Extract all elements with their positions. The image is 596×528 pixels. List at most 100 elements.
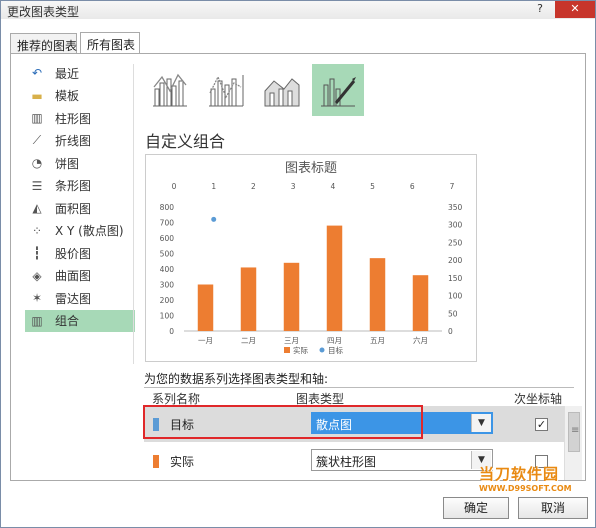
nav-item-label: 股价图 <box>55 246 92 261</box>
y2-tick-label: 200 <box>448 256 463 265</box>
subtype-stacked-area-column[interactable] <box>256 64 308 116</box>
bar <box>197 284 214 331</box>
line-chart-icon: ⟋ <box>32 133 42 148</box>
x-tick-label: 六月 <box>413 335 428 345</box>
x2-tick-label: 2 <box>251 182 256 191</box>
legend-label: 目标 <box>328 345 343 355</box>
pie-chart-icon: ◔ <box>31 156 43 171</box>
combo-heading: 自定义组合 <box>145 132 226 151</box>
nav-item-area-chart[interactable]: ◭ 面积图 <box>25 197 135 220</box>
x2-tick-label: 6 <box>410 182 415 191</box>
nav-item-label: 雷达图 <box>55 291 92 306</box>
x2-tick-label: 5 <box>370 182 375 191</box>
radar-chart-icon: ✶ <box>31 291 43 306</box>
stock-chart-icon: ┇ <box>33 246 41 261</box>
header-secondary-axis: 次坐标轴 <box>514 392 563 406</box>
tab-recommended-charts[interactable]: 推荐的图表 <box>10 33 77 54</box>
y-tick-label: 600 <box>160 234 175 243</box>
series-prompt: 为您的数据系列选择图表类型和轴: <box>144 372 329 386</box>
x2-tick-label: 4 <box>330 182 335 191</box>
nav-item-line-chart[interactable]: ⟋ 折线图 <box>25 130 135 153</box>
close-button[interactable]: ✕ <box>555 1 595 18</box>
combo-chart-icon: ▥ <box>31 313 43 328</box>
nav-item-column-chart[interactable]: ▥ 柱形图 <box>25 107 135 130</box>
x-tick-label: 四月 <box>327 336 342 345</box>
y-tick-label: 800 <box>160 203 175 212</box>
y-tick-label: 400 <box>160 265 175 274</box>
nav-item-scatter-chart[interactable]: ⁘ X Y (散点图) <box>25 220 135 243</box>
help-button[interactable]: ? <box>527 1 553 18</box>
subtype-clustered-column-line[interactable] <box>144 64 196 116</box>
column-line-secondary-icon <box>209 75 244 107</box>
bar <box>240 267 257 331</box>
dialog-title: 更改图表类型 <box>7 5 80 19</box>
combo-chart: 图表标题010020030040050060070080005010015020… <box>160 161 463 355</box>
subtype-column-line-secondary[interactable] <box>200 64 252 116</box>
series-grid-header: 系列名称 图表类型 次坐标轴 <box>144 387 574 406</box>
scrollbar-thumb[interactable]: ≡ <box>568 412 580 452</box>
change-chart-type-dialog: 更改图表类型 ? ✕ 推荐的图表 所有图表 ↶ 最近 ▬ 模板 ▥ 柱形图 ⟋ 折线图 ◔ 饼图 ☰… <box>0 0 596 528</box>
column-chart-icon: ▥ <box>31 111 43 126</box>
series-color-swatch <box>153 455 159 468</box>
watermark-line2: WWW.D99SOFT.COM <box>479 484 572 493</box>
nav-item-surface-chart[interactable]: ◈ 曲面图 <box>25 265 135 288</box>
folder-icon: ▬ <box>31 88 43 103</box>
site-watermark: 当刀软件园 WWW.D99SOFT.COM <box>479 463 579 497</box>
chart-type-dropdown[interactable]: 簇状柱形图 ▼ <box>311 449 493 471</box>
y2-tick-label: 0 <box>448 327 453 336</box>
chart-title: 图表标题 <box>285 161 337 176</box>
nav-item-label: 组合 <box>55 314 80 329</box>
y2-tick-label: 250 <box>448 238 463 247</box>
nav-item-label: 面积图 <box>55 201 92 216</box>
x-tick-label: 一月 <box>198 336 213 345</box>
cancel-button[interactable]: 取消 <box>518 497 588 519</box>
nav-item-label: 最近 <box>55 66 80 81</box>
nav-item-label: X Y (散点图) <box>55 224 124 239</box>
nav-item-stock-chart[interactable]: ┇ 股价图 <box>25 242 135 265</box>
x-tick-label: 五月 <box>370 336 385 345</box>
bar <box>412 275 429 331</box>
nav-item-pie-chart[interactable]: ◔ 饼图 <box>25 152 135 175</box>
ok-button[interactable]: 确定 <box>443 497 509 519</box>
surface-chart-icon: ◈ <box>32 268 42 283</box>
nav-item-combo-chart[interactable]: ▥ 组合 <box>25 309 135 332</box>
divider <box>133 64 134 364</box>
x-tick-label: 三月 <box>284 336 299 345</box>
clustered-column-line-icon <box>153 73 187 107</box>
x2-tick-label: 3 <box>291 182 296 191</box>
x2-tick-label: 7 <box>450 182 455 191</box>
series-name: 实际 <box>170 455 195 469</box>
bar <box>283 262 300 331</box>
secondary-axis-checkbox[interactable]: ✓ <box>535 418 548 431</box>
tab-all-charts[interactable]: 所有图表 <box>80 32 140 54</box>
y2-tick-label: 100 <box>448 292 463 301</box>
y-tick-label: 500 <box>160 250 175 259</box>
chevron-down-icon[interactable]: ▼ <box>471 414 491 432</box>
y-tick-label: 300 <box>160 281 175 290</box>
y-tick-label: 0 <box>169 327 174 336</box>
legend-label: 实际 <box>293 345 308 355</box>
watermark-line1: 当刀软件园 <box>479 465 560 483</box>
chart-preview: 图表标题 0 100 200 300 400 500 600 700 800 0 50 100 150 20… <box>145 154 477 362</box>
y2-tick-label: 350 <box>448 203 463 212</box>
x2-tick-label: 0 <box>172 182 177 191</box>
y-tick-label: 200 <box>160 296 175 305</box>
title-bar: 更改图表类型 ? ✕ <box>1 1 595 19</box>
nav-item-folder[interactable]: ▬ 模板 <box>25 85 135 108</box>
area-chart-icon: ◭ <box>32 201 42 216</box>
legend-swatch-actual <box>284 347 290 353</box>
chart-type-value: 簇状柱形图 <box>316 455 377 469</box>
scatter-chart-icon: ⁘ <box>31 223 43 238</box>
y2-tick-label: 150 <box>448 274 463 283</box>
nav-item-bar-chart[interactable]: ☰ 条形图 <box>25 175 135 198</box>
x2-tick-label: 1 <box>211 182 216 191</box>
nav-item-recent[interactable]: ↶ 最近 <box>25 62 135 85</box>
custom-combo-icon <box>321 77 356 107</box>
nav-item-label: 曲面图 <box>55 269 92 284</box>
highlight-annotation <box>143 405 423 439</box>
preview-fade <box>370 114 582 154</box>
nav-item-radar-chart[interactable]: ✶ 雷达图 <box>25 287 135 310</box>
legend-swatch-target <box>319 347 325 353</box>
y-tick-label: 700 <box>160 219 175 228</box>
subtype-custom-combo[interactable] <box>312 64 364 116</box>
